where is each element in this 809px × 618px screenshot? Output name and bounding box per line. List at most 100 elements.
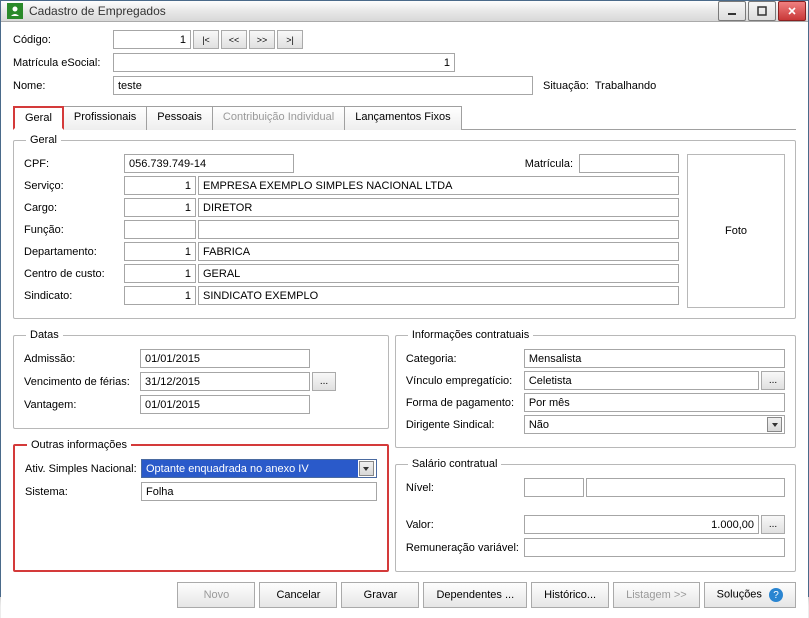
novo-button: Novo bbox=[177, 582, 255, 608]
maximize-button[interactable] bbox=[748, 1, 776, 21]
cpf-input[interactable] bbox=[124, 154, 294, 173]
outras-legend: Outras informações bbox=[27, 439, 131, 451]
cpf-label: CPF: bbox=[24, 158, 124, 170]
servico-desc-input[interactable] bbox=[198, 176, 679, 195]
vinculo-label: Vínculo empregatício: bbox=[406, 375, 524, 387]
dirigente-value: Não bbox=[529, 419, 549, 431]
window-title: Cadastro de Empregados bbox=[29, 4, 716, 18]
sindicato-label: Sindicato: bbox=[24, 290, 124, 302]
centro-custo-desc-input[interactable] bbox=[198, 264, 679, 283]
centro-custo-label: Centro de custo: bbox=[24, 268, 124, 280]
departamento-desc-input[interactable] bbox=[198, 242, 679, 261]
content-area: Código: |< << >> >| Matrícula eSocial: N… bbox=[1, 22, 808, 618]
solucoes-button[interactable]: Soluções ? bbox=[704, 582, 796, 608]
nivel-input-1[interactable] bbox=[524, 478, 584, 497]
tab-lancamentos-fixos[interactable]: Lançamentos Fixos bbox=[344, 106, 461, 130]
nivel-label: Nível: bbox=[406, 482, 524, 494]
categoria-label: Categoria: bbox=[406, 353, 524, 365]
situacao-value: Trabalhando bbox=[595, 80, 656, 92]
categoria-input[interactable] bbox=[524, 349, 785, 368]
window: Cadastro de Empregados Código: |< << >> … bbox=[0, 0, 809, 597]
remuneracao-variavel-input[interactable] bbox=[524, 538, 785, 557]
ativ-simples-value: Optante enquadrada no anexo IV bbox=[142, 460, 358, 477]
cargo-desc-input[interactable] bbox=[198, 198, 679, 217]
matricula-esocial-label: Matrícula eSocial: bbox=[13, 57, 113, 69]
vencimento-ferias-ellipsis-button[interactable]: ... bbox=[312, 372, 336, 391]
centro-custo-code-input[interactable] bbox=[124, 264, 196, 283]
tabs: Geral Profissionais Pessoais Contribuiçã… bbox=[13, 105, 796, 130]
servico-label: Serviço: bbox=[24, 180, 124, 192]
funcao-code-input[interactable] bbox=[124, 220, 196, 239]
gravar-button[interactable]: Gravar bbox=[341, 582, 419, 608]
situacao-label: Situação: bbox=[543, 80, 589, 92]
foto-label: Foto bbox=[725, 225, 747, 237]
sindicato-code-input[interactable] bbox=[124, 286, 196, 305]
nav-first-button[interactable]: |< bbox=[193, 30, 219, 49]
chevron-down-icon bbox=[767, 417, 782, 432]
cancelar-button[interactable]: Cancelar bbox=[259, 582, 337, 608]
valor-ellipsis-button[interactable]: ... bbox=[761, 515, 785, 534]
forma-pagamento-input[interactable] bbox=[524, 393, 785, 412]
help-icon: ? bbox=[769, 588, 783, 602]
admissao-input[interactable] bbox=[140, 349, 310, 368]
close-button[interactable] bbox=[778, 1, 806, 21]
forma-pagamento-label: Forma de pagamento: bbox=[406, 397, 524, 409]
vencimento-ferias-input[interactable] bbox=[140, 372, 310, 391]
matricula-label: Matrícula: bbox=[525, 158, 573, 170]
departamento-code-input[interactable] bbox=[124, 242, 196, 261]
servico-code-input[interactable] bbox=[124, 176, 196, 195]
chevron-down-icon bbox=[359, 461, 374, 476]
funcao-desc-input[interactable] bbox=[198, 220, 679, 239]
cargo-code-input[interactable] bbox=[124, 198, 196, 217]
valor-input[interactable] bbox=[524, 515, 759, 534]
dependentes-button[interactable]: Dependentes ... bbox=[423, 582, 527, 608]
salario-legend: Salário contratual bbox=[408, 458, 502, 470]
vinculo-input[interactable] bbox=[524, 371, 759, 390]
titlebar: Cadastro de Empregados bbox=[1, 1, 808, 22]
geral-legend: Geral bbox=[26, 134, 61, 146]
vantagem-input[interactable] bbox=[140, 395, 310, 414]
funcao-label: Função: bbox=[24, 224, 124, 236]
minimize-button[interactable] bbox=[718, 1, 746, 21]
tab-pessoais[interactable]: Pessoais bbox=[146, 106, 213, 130]
nav-last-button[interactable]: >| bbox=[277, 30, 303, 49]
remuneracao-variavel-label: Remuneração variável: bbox=[406, 542, 524, 554]
tab-profissionais[interactable]: Profissionais bbox=[63, 106, 147, 130]
contratuais-legend: Informações contratuais bbox=[408, 329, 533, 341]
dirigente-sindical-label: Dirigente Sindical: bbox=[406, 419, 524, 431]
vantagem-label: Vantagem: bbox=[24, 399, 140, 411]
valor-label: Valor: bbox=[406, 519, 524, 531]
admissao-label: Admissão: bbox=[24, 353, 140, 365]
app-icon bbox=[7, 3, 23, 19]
info-contratuais-fieldset: Informações contratuais Categoria: Víncu… bbox=[395, 329, 796, 448]
codigo-label: Código: bbox=[13, 34, 113, 46]
matricula-input[interactable] bbox=[579, 154, 679, 173]
nivel-input-2[interactable] bbox=[586, 478, 785, 497]
nome-input[interactable] bbox=[113, 76, 533, 95]
geral-fieldset: Geral CPF: Matrícula: Serviço: bbox=[13, 134, 796, 319]
matricula-esocial-input[interactable] bbox=[113, 53, 455, 72]
vencimento-ferias-label: Vencimento de férias: bbox=[24, 376, 140, 388]
ativ-simples-select[interactable]: Optante enquadrada no anexo IV bbox=[141, 459, 377, 478]
sindicato-desc-input[interactable] bbox=[198, 286, 679, 305]
salario-fieldset: Salário contratual Nível: Valor: ... Rem… bbox=[395, 458, 796, 572]
window-buttons bbox=[716, 1, 806, 21]
listagem-button: Listagem >> bbox=[613, 582, 700, 608]
vinculo-ellipsis-button[interactable]: ... bbox=[761, 371, 785, 390]
sistema-input[interactable] bbox=[141, 482, 377, 501]
historico-button[interactable]: Histórico... bbox=[531, 582, 609, 608]
nav-prev-button[interactable]: << bbox=[221, 30, 247, 49]
outras-informacoes-fieldset: Outras informações Ativ. Simples Naciona… bbox=[13, 439, 389, 572]
cargo-label: Cargo: bbox=[24, 202, 124, 214]
foto-box[interactable]: Foto bbox=[687, 154, 785, 308]
footer-buttons: Novo Cancelar Gravar Dependentes ... His… bbox=[13, 582, 796, 610]
dirigente-sindical-select[interactable]: Não bbox=[524, 415, 785, 434]
tab-geral[interactable]: Geral bbox=[13, 106, 64, 130]
nav-next-button[interactable]: >> bbox=[249, 30, 275, 49]
datas-fieldset: Datas Admissão: Vencimento de férias: ..… bbox=[13, 329, 389, 429]
codigo-input[interactable] bbox=[113, 30, 191, 49]
ativ-simples-label: Ativ. Simples Nacional: bbox=[25, 463, 141, 475]
sistema-label: Sistema: bbox=[25, 486, 141, 498]
tab-contribuicao-individual: Contribuição Individual bbox=[212, 106, 345, 130]
departamento-label: Departamento: bbox=[24, 246, 124, 258]
